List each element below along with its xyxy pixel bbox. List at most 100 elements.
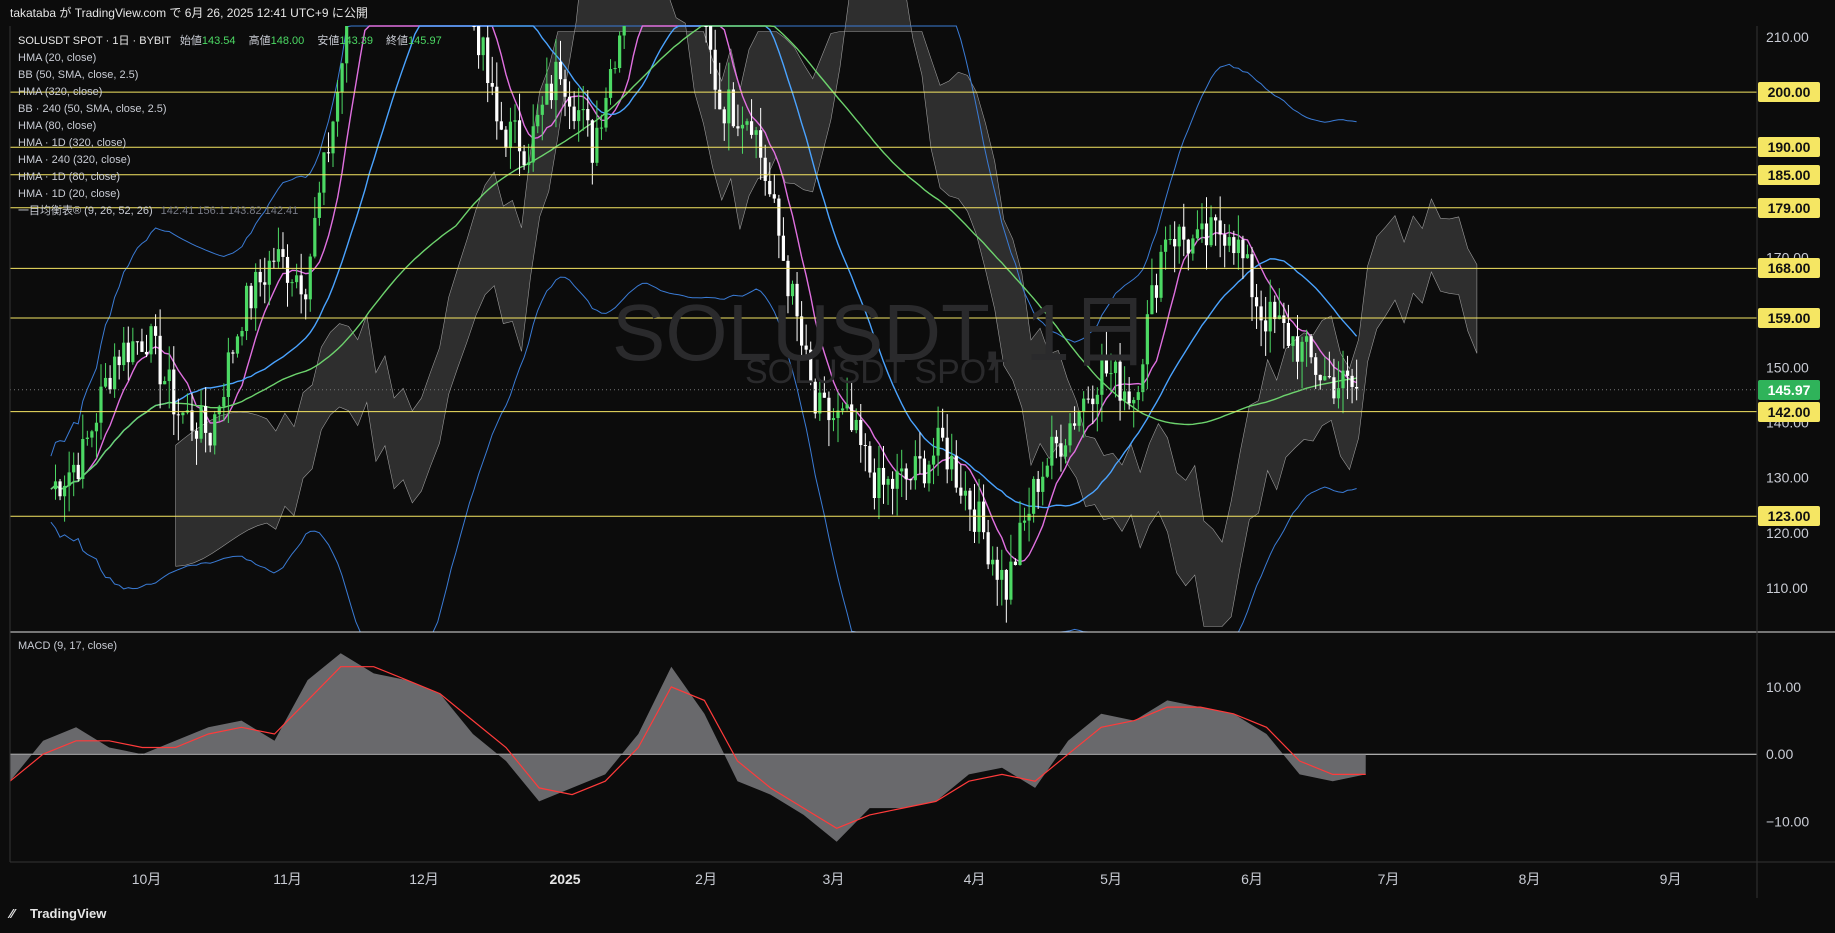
legend-indicator[interactable]: BB (50, SMA, close, 2.5) [18,67,446,84]
candle-body [176,414,180,416]
candle-body [877,467,881,499]
candle-body [285,256,290,283]
legend-indicator[interactable]: HMA (20, close) [18,50,446,67]
legend-indicator[interactable]: BB · 240 (50, SMA, close, 2.5) [18,101,446,118]
candle-body [822,392,826,398]
macd-legend[interactable]: MACD (9, 17, close) [18,640,117,652]
candle-body [208,432,212,446]
candle-body [536,114,540,127]
candle-body [263,282,267,285]
macd-tick-label: 10.00 [1766,679,1801,695]
candle-body [540,104,544,115]
legend-indicator[interactable]: HMA · 1D (20, close) [18,186,446,203]
candle-body [1045,465,1049,477]
candle-body [1273,301,1277,320]
candle-body [1173,239,1177,247]
candle-body [1223,234,1227,246]
candle-body [590,120,594,163]
candle-body [595,127,599,163]
candle-body [545,83,549,105]
macd-tick-label: −10.00 [1766,814,1809,830]
candle-body [235,336,240,354]
candle-body [108,377,112,390]
candle-body [586,109,590,121]
legend-symbol-row[interactable]: SOLUSDT SPOT · 1日 · BYBIT 始値143.54 高値148… [18,33,446,50]
candle-body [740,124,745,129]
candle-body [1350,375,1354,387]
candle-body [1341,370,1345,389]
candle-body [618,35,622,69]
candle-body [731,89,735,127]
candle-body [1241,239,1245,259]
candle-body [1050,436,1054,466]
legend-ichimoku[interactable]: 一目均衡表® (9, 26, 52, 26) 142.41 156.1 143.8… [18,203,446,220]
candle-body [308,256,312,300]
candle-body [558,61,563,80]
candle-body [217,406,221,415]
candle-body [194,430,199,439]
candle-body [1355,386,1359,389]
time-tick-label: 9月 [1660,871,1682,887]
candle-body [854,419,858,431]
legend-indicator[interactable]: HMA · 1D (320, close) [18,135,446,152]
candle-body [1009,561,1013,600]
candle-body [1327,376,1331,378]
candle-body [276,249,281,262]
candle-body [481,37,485,56]
candle-body [863,445,867,447]
candle-body [1232,237,1236,254]
candle-body [1027,513,1031,521]
candle-body [1123,391,1127,401]
legend-symbol: SOLUSDT SPOT · 1日 · BYBIT [18,35,171,47]
candle-body [213,414,217,446]
legend-indicator[interactable]: HMA (80, close) [18,118,446,135]
candle-body [1332,377,1336,399]
candle-body [1072,423,1077,426]
candle-body [508,121,513,148]
candle-body [941,427,945,438]
candle-body [622,26,626,36]
candle-body [736,126,740,129]
footer-brand[interactable]: ⁄⁄ TradingView [10,906,106,921]
candle-body [1195,229,1200,239]
candle-body [1268,301,1272,332]
candle-body [818,392,822,414]
high-label: 高値 [248,35,271,47]
legend-indicator[interactable]: HMA (320, close) [18,84,446,101]
legend-indicator[interactable]: HMA · 1D (80, close) [18,169,446,186]
candle-body [1218,220,1222,235]
candle-body [1150,285,1154,315]
candle-body [240,330,244,337]
price-tick-label: 210.00 [1766,29,1809,45]
time-tick-label: 10月 [132,871,162,887]
candle-body [1295,336,1300,362]
candle-body [950,455,954,470]
candle-body [1236,239,1240,254]
legend-indicator[interactable]: HMA · 240 (320, close) [18,152,446,169]
candle-body [759,130,763,158]
candle-body [895,471,899,489]
candle-body [1200,223,1204,230]
candle-body [113,356,117,390]
ichimoku-values: 142.41 156.1 143.82 142.41 [160,205,299,217]
candle-body [153,326,158,336]
candle-body [504,129,508,148]
candle-body [1132,399,1136,404]
candle-body [140,341,144,352]
candle-body [931,455,936,465]
ichimoku-label: 一目均衡表® (9, 26, 52, 26) [18,205,153,217]
price-tick-label: 120.00 [1766,525,1809,541]
candle-body [954,455,958,488]
candle-body [890,478,895,489]
candle-body [1136,392,1140,400]
candle-body [81,439,85,480]
candle-body [190,410,194,431]
candle-body [936,427,940,456]
candle-body [886,478,890,485]
candle-body [281,249,285,257]
candle-body [522,151,526,166]
level-price-tag: 179.00 [1758,197,1820,218]
candle-body [290,282,294,284]
candle-body [959,487,963,496]
time-tick-label: 7月 [1378,871,1400,887]
